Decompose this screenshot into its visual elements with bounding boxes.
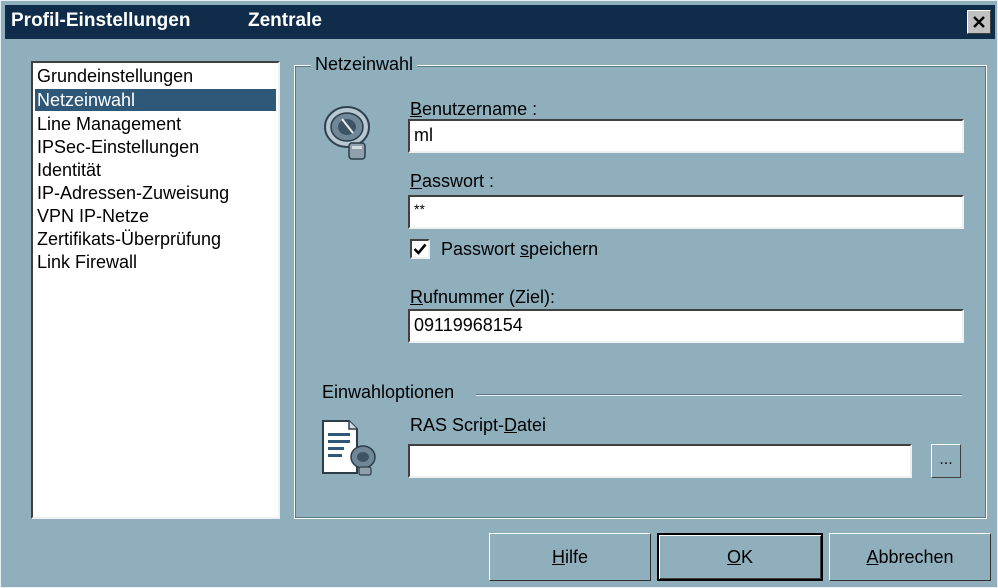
sidebar-item-identitaet[interactable]: Identität	[35, 159, 276, 181]
group-title: Netzeinwahl	[311, 54, 418, 75]
phone-number-field[interactable]: 09119968154	[408, 309, 964, 343]
ras-script-label: RAS Script-Datei	[410, 415, 547, 435]
close-icon	[973, 16, 985, 28]
close-button[interactable]	[967, 10, 991, 34]
dial-options-title: Einwahloptionen	[322, 382, 455, 402]
username-label: Benutzername :	[410, 99, 538, 119]
sidebar-item-zertifikats-ueberpruefung[interactable]: Zertifikats-Überprüfung	[35, 228, 276, 250]
password-label: Passwort :	[410, 171, 495, 191]
cancel-button[interactable]: Abbrechen	[829, 533, 991, 581]
profile-settings-dialog: Profil-Einstellungen Zentrale Grundeinst…	[0, 0, 998, 588]
help-button[interactable]: Hilfe	[489, 533, 651, 581]
sidebar-item-vpn-ip-netze[interactable]: VPN IP-Netze	[35, 205, 276, 227]
profile-name: Zentrale	[248, 10, 322, 31]
password-field[interactable]: **	[408, 195, 964, 229]
dialog-title: Profil-Einstellungen	[11, 10, 191, 31]
sidebar-item-grundeinstellungen[interactable]: Grundeinstellungen	[35, 65, 276, 87]
settings-category-list[interactable]: Grundeinstellungen Netzeinwahl Line Mana…	[31, 61, 280, 519]
sidebar-item-link-firewall[interactable]: Link Firewall	[35, 251, 276, 273]
ras-script-field[interactable]	[408, 444, 912, 478]
sidebar-item-line-management[interactable]: Line Management	[35, 113, 276, 135]
ok-button[interactable]: OK	[657, 533, 823, 581]
script-file-icon	[322, 420, 376, 476]
browse-button[interactable]: ...	[931, 444, 961, 478]
title-bar[interactable]: Profil-Einstellungen Zentrale	[5, 5, 995, 39]
sidebar-item-netzeinwahl[interactable]: Netzeinwahl	[35, 89, 276, 111]
sidebar-item-ip-adressen-zuweisung[interactable]: IP-Adressen-Zuweisung	[35, 182, 276, 204]
sidebar-item-ipsec-einstellungen[interactable]: IPSec-Einstellungen	[35, 136, 276, 158]
phone-dialer-icon	[324, 106, 370, 160]
username-field[interactable]: ml	[408, 119, 964, 153]
save-password-label[interactable]: Passwort speichern	[441, 239, 598, 260]
phone-number-label: Rufnummer (Ziel):	[410, 287, 556, 307]
save-password-checkbox[interactable]	[410, 239, 430, 259]
dial-options-separator	[476, 394, 962, 396]
checkmark-icon	[413, 243, 427, 255]
